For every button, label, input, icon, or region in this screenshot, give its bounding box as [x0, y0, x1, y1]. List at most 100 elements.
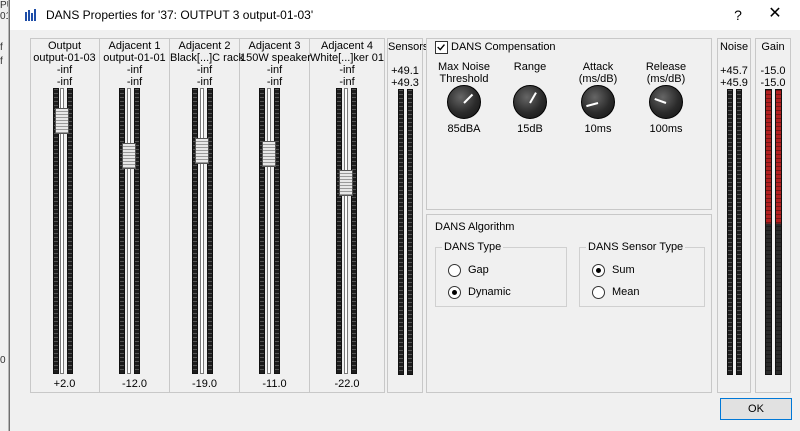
range-knob[interactable] — [513, 85, 547, 119]
strip-adjacent-2: Adjacent 2 Black[...]C rack -inf -inf -1… — [170, 38, 244, 393]
strip-sub: Black[...]C rack — [170, 52, 244, 64]
fader-value: +2.0 — [53, 378, 76, 390]
dans-type-title: DANS Type — [442, 241, 504, 253]
gain-meter — [765, 89, 772, 375]
background-text: PU — [0, 0, 8, 11]
strip-output: Output output-01-03 -inf -inf +2.0 — [30, 38, 100, 393]
level-readout: -inf — [126, 76, 143, 88]
background-text: 01-0 — [0, 11, 8, 22]
fader-handle[interactable] — [339, 170, 353, 196]
background-window-edge: PU 01-0 f f 0 — [0, 0, 9, 431]
max-noise-threshold-knob[interactable] — [447, 85, 481, 119]
level-readout: -inf — [56, 76, 73, 88]
level-readout: -inf — [266, 64, 283, 76]
sum-radio[interactable] — [592, 264, 605, 277]
level-readout: -inf — [126, 64, 143, 76]
fader-value: -11.0 — [262, 378, 287, 390]
sensor-meter — [407, 89, 413, 375]
sensor-type-title: DANS Sensor Type — [586, 241, 686, 253]
strip-name: Adjacent 2 — [178, 40, 231, 52]
fader-handle[interactable] — [195, 138, 209, 164]
fader-value: -22.0 — [334, 378, 360, 390]
gain-readout: -15.0 — [760, 77, 786, 89]
level-meter — [192, 88, 198, 374]
level-meter — [351, 88, 357, 374]
noise-title: Noise — [719, 41, 749, 53]
help-button[interactable]: ? — [730, 4, 746, 26]
strip-sub: output-01-03 — [33, 52, 96, 64]
level-readout: -inf — [56, 64, 73, 76]
level-readout: -inf — [266, 76, 283, 88]
knob-label: Release (ms/dB) — [645, 61, 687, 85]
strip-name: Adjacent 1 — [108, 40, 161, 52]
level-readout: -inf — [196, 64, 213, 76]
sensors-title: Sensors — [388, 41, 429, 53]
sensors-panel: Sensors +49.1 +49.3 — [387, 38, 429, 393]
knob-value: 100ms — [649, 123, 683, 135]
knob-label: Attack (ms/dB) — [578, 61, 618, 85]
noise-panel: Noise +45.7 +45.9 — [717, 38, 751, 393]
dynamic-radio[interactable] — [448, 286, 461, 299]
close-button[interactable]: ✕ — [764, 3, 786, 25]
knob-value: 85dBA — [447, 123, 481, 135]
sensor-readout: +49.1 — [391, 65, 419, 77]
fader-handle[interactable] — [262, 141, 276, 167]
level-meter — [119, 88, 125, 374]
fader-handle[interactable] — [122, 143, 136, 169]
sensor-type-group: DANS Sensor Type Sum Mean — [579, 241, 705, 307]
knob-label: Range — [513, 61, 547, 73]
gap-label: Gap — [468, 264, 489, 276]
strip-name: Output — [47, 40, 82, 52]
fader-value: -19.0 — [191, 378, 218, 390]
level-readout: -inf — [339, 64, 355, 76]
app-icon — [25, 9, 36, 21]
noise-readout: +45.9 — [720, 77, 748, 89]
fader-track — [267, 88, 271, 374]
level-readout: -inf — [339, 76, 355, 88]
strip-adjacent-1: Adjacent 1 output-01-01 -inf -inf -12.0 — [100, 38, 170, 393]
noise-meter — [736, 89, 742, 375]
gain-title: Gain — [761, 41, 785, 53]
sum-label: Sum — [612, 264, 635, 276]
title-bar[interactable]: DANS Properties for '37: OUTPUT 3 output… — [10, 0, 800, 30]
strip-sub: 150W speaker — [240, 52, 311, 64]
fader-track — [344, 88, 348, 374]
knob-label: Max Noise Threshold — [438, 61, 490, 85]
sensor-readout: +49.3 — [391, 77, 419, 89]
mean-radio[interactable] — [592, 286, 605, 299]
knob-value: 15dB — [517, 123, 543, 135]
strip-adjacent-4: Adjacent 4 White[...]ker 01 -inf -inf -2… — [310, 38, 385, 393]
compensation-label: DANS Compensation — [451, 41, 556, 53]
strip-name: Adjacent 3 — [248, 40, 301, 52]
gap-radio[interactable] — [448, 264, 461, 277]
gain-panel: Gain -15.0 -15.0 — [755, 38, 791, 393]
background-text: f — [0, 42, 3, 53]
compensation-checkbox[interactable] — [435, 41, 448, 54]
dans-type-group: DANS Type Gap Dynamic — [435, 241, 567, 307]
release-knob[interactable] — [649, 85, 683, 119]
fader-track — [127, 88, 131, 374]
attack-knob[interactable] — [581, 85, 615, 119]
dynamic-label: Dynamic — [468, 286, 511, 298]
strip-name: Adjacent 4 — [321, 40, 373, 52]
level-meter — [336, 88, 342, 374]
level-meter — [274, 88, 280, 374]
window-title: DANS Properties for '37: OUTPUT 3 output… — [46, 8, 314, 22]
dans-properties-dialog: DANS Properties for '37: OUTPUT 3 output… — [9, 0, 800, 431]
background-text: 0 — [0, 355, 6, 366]
strip-sub: White[...]ker 01 — [310, 52, 384, 64]
level-meter — [207, 88, 213, 374]
fader-handle[interactable] — [55, 108, 69, 134]
sensor-meter — [398, 89, 404, 375]
fader-value: -12.0 — [121, 378, 148, 390]
noise-readout: +45.7 — [720, 65, 748, 77]
strip-sub: output-01-01 — [103, 52, 166, 64]
fader-track — [200, 88, 204, 374]
mean-label: Mean — [612, 286, 640, 298]
knob-value: 10ms — [584, 123, 612, 135]
gain-readout: -15.0 — [760, 65, 786, 77]
checkmark-icon — [437, 44, 445, 51]
ok-button[interactable]: OK — [720, 398, 792, 420]
compensation-panel: DANS Compensation Max Noise Threshold 85d… — [426, 38, 712, 210]
algorithm-title: DANS Algorithm — [435, 221, 515, 233]
